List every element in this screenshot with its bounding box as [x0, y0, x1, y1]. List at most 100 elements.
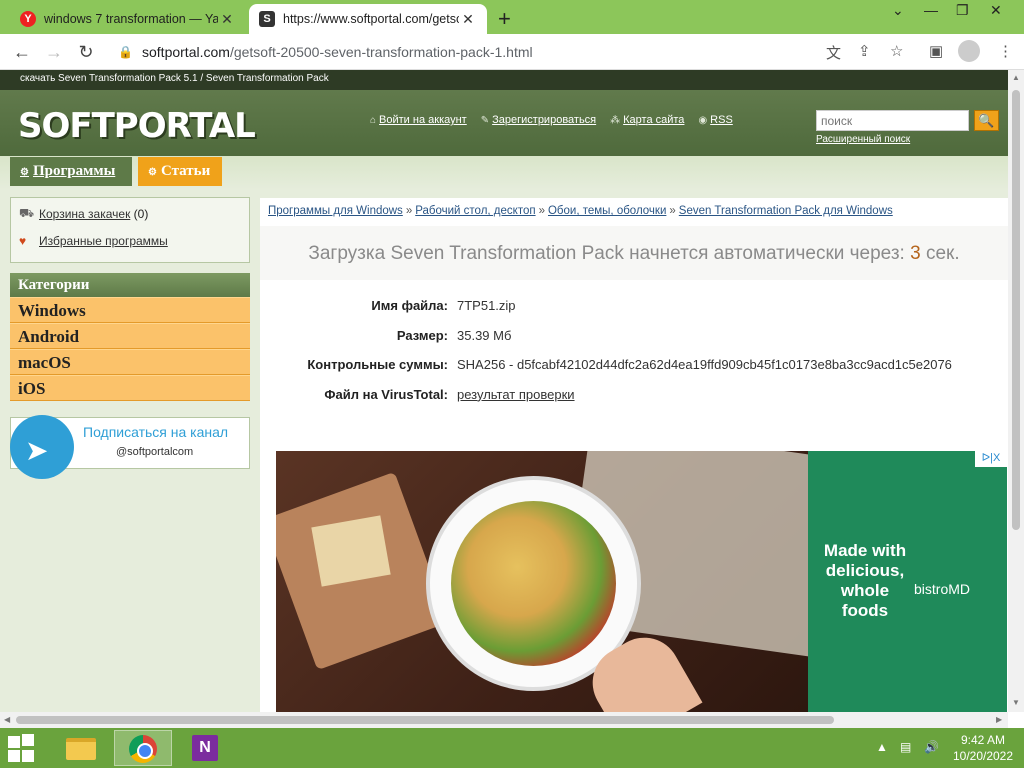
reload-button[interactable]: ↻	[74, 40, 98, 64]
ad-brand: bistroMD	[914, 581, 971, 597]
user-box: ⛟ Корзина закачек (0) ♥ Избранные программ…	[10, 197, 250, 263]
chrome-icon	[129, 735, 157, 763]
countdown-seconds: 3	[910, 243, 921, 264]
file-name-label: Имя файла:	[371, 298, 448, 313]
network-icon[interactable]: ▤	[900, 740, 911, 754]
advertisement[interactable]: Made with delicious, whole foods bistroM…	[276, 451, 1007, 712]
category-windows[interactable]: Windows	[10, 297, 250, 323]
translate-icon[interactable]: 文	[826, 42, 841, 63]
telegram-handle: @softportalcom	[116, 446, 194, 458]
countdown-unit: сек.	[925, 243, 960, 264]
address-bar: ← → ↻ 🔒 softportal.com/getsoft-20500-sev…	[0, 34, 1024, 70]
header-links: ⌂ Войти на аккаунт ✎ Зарегистрироваться ⁂ К…	[370, 114, 733, 126]
tab-yandex[interactable]: Y windows 7 transformation — Yandex ✕	[10, 4, 246, 34]
file-info-row: Имя файла: 7TP51.zip	[260, 298, 1008, 328]
scroll-up-icon[interactable]: ▲	[1012, 73, 1020, 82]
clock-time: 9:42 AM	[960, 733, 1006, 747]
virustotal-link[interactable]: результат проверки	[457, 387, 575, 402]
tab-programs[interactable]: ⚙ Программы	[10, 157, 132, 186]
file-name-value: 7TP51.zip	[457, 298, 516, 313]
tab-articles[interactable]: ⚙ Статьи	[138, 157, 222, 186]
tab-search-icon[interactable]: ⌄	[892, 2, 904, 19]
bullet-icon: ⚙	[148, 167, 157, 178]
search-icon[interactable]: 🔍	[974, 110, 999, 131]
vertical-scrollbar[interactable]: ▲ ▼	[1008, 70, 1024, 712]
top-strip: скачать Seven Transformation Pack 5.1 / …	[0, 70, 1008, 90]
tab-programs-label: Программы	[32, 163, 116, 179]
sitemap-link[interactable]: Карта сайта	[623, 114, 684, 126]
file-size-value: 35.39 Мб	[457, 327, 512, 343]
volume-icon[interactable]: 🔊	[924, 740, 939, 754]
onenote-button[interactable]: N	[176, 730, 234, 766]
url-field[interactable]: 🔒 softportal.com/getsoft-20500-seven-tra…	[108, 38, 926, 66]
breadcrumb-separator: »	[538, 205, 545, 217]
softportal-logo[interactable]: SOFTPORTAL	[18, 106, 256, 146]
system-clock[interactable]: 9:42 AM 10/20/2022	[950, 732, 1016, 764]
ad-text: Made with delicious, whole foods	[823, 541, 907, 620]
hscroll-thumb[interactable]	[16, 716, 834, 724]
side-panel-icon[interactable]: ▣	[929, 42, 943, 60]
breadcrumb-item[interactable]: Обои, темы, оболочки	[548, 205, 666, 217]
menu-icon[interactable]: ⋮	[998, 42, 1013, 60]
tab-strip: Y windows 7 transformation — Yandex ✕ S …	[0, 0, 1024, 34]
favorites-link[interactable]: Избранные программы	[39, 234, 168, 248]
site-nav: ⚙ Программы ⚙ Статьи	[0, 156, 1008, 190]
breadcrumb-item[interactable]: Seven Transformation Pack для Windows	[679, 205, 893, 217]
telegram-title: Подписаться на канал	[83, 424, 229, 440]
profile-avatar[interactable]	[958, 40, 980, 62]
lock-icon: 🔒	[118, 45, 133, 59]
register-link[interactable]: Зарегистрироваться	[492, 114, 596, 126]
tab-title: https://www.softportal.com/getsoft-20500	[283, 12, 459, 26]
cart-count: (0)	[133, 207, 149, 221]
minimize-button[interactable]: —	[924, 2, 938, 18]
tab-articles-label: Статьи	[160, 163, 211, 179]
breadcrumb-separator: »	[669, 205, 676, 217]
scroll-left-icon[interactable]: ◀	[4, 715, 10, 724]
clock-date: 10/20/2022	[952, 749, 1014, 763]
category-macos[interactable]: macOS	[10, 349, 250, 375]
telegram-banner[interactable]: ➤ Подписаться на канал @softportalcom	[10, 415, 250, 479]
close-window-button[interactable]: ✕	[990, 2, 1002, 19]
category-android[interactable]: Android	[10, 323, 250, 349]
file-info-row: Файл на VirusTotal: результат проверки	[260, 387, 1008, 417]
register-icon: ✎	[480, 115, 490, 126]
download-cart-link[interactable]: Корзина закачек	[39, 207, 130, 221]
bookmark-star-icon[interactable]: ☆	[890, 42, 903, 60]
share-icon[interactable]: ⇪	[858, 42, 871, 60]
file-info: Имя файла: 7TP51.zip Размер: 35.39 Мб Конт…	[260, 298, 1008, 416]
main-content: Программы для Windows» Рабочий стол, деск…	[260, 198, 1008, 712]
forward-button[interactable]: →	[42, 40, 66, 64]
breadcrumb-item[interactable]: Программы для Windows	[268, 205, 403, 217]
close-tab-icon[interactable]: ✕	[459, 11, 477, 28]
close-tab-icon[interactable]: ✕	[218, 11, 236, 28]
advanced-search-link[interactable]: Расширенный поиск	[816, 134, 910, 145]
adchoices-icon[interactable]: ᐅ|X	[975, 451, 1007, 467]
file-size-label: Размер:	[396, 327, 448, 343]
basket-icon: ⛟	[19, 206, 35, 220]
checksum-value: SHA256 - d5fcabf42102d44dfc2a62d4ea19ffd…	[457, 357, 952, 372]
ad-food-image	[276, 451, 849, 712]
breadcrumb-item[interactable]: Рабочий стол, десктоп	[415, 205, 535, 217]
chrome-button[interactable]	[114, 730, 172, 766]
category-ios[interactable]: iOS	[10, 375, 250, 401]
tab-softportal[interactable]: S https://www.softportal.com/getsoft-205…	[249, 4, 487, 34]
sidebar: ⛟ Корзина закачек (0) ♥ Избранные программ…	[10, 197, 250, 479]
horizontal-scrollbar[interactable]: ◀ ▶	[0, 712, 1008, 728]
new-tab-button[interactable]: +	[498, 6, 511, 32]
search-input[interactable]	[816, 110, 969, 131]
scroll-down-icon[interactable]: ▼	[1012, 698, 1020, 707]
windows-start-icon[interactable]	[8, 734, 38, 762]
file-info-row: Контрольные суммы: SHA256 - d5fcabf42102d…	[260, 357, 1008, 387]
scroll-thumb[interactable]	[1012, 90, 1020, 530]
back-button[interactable]: ←	[10, 40, 34, 64]
show-hidden-icons[interactable]: ▲	[876, 740, 888, 754]
rss-icon: ◉	[698, 115, 708, 126]
scroll-right-icon[interactable]: ▶	[996, 715, 1002, 724]
softportal-icon: S	[259, 11, 275, 27]
login-link[interactable]: Войти на аккаунт	[379, 114, 467, 126]
restore-button[interactable]: ❐	[956, 2, 969, 19]
rss-link[interactable]: RSS	[710, 114, 733, 126]
sitemap-icon: ⁂	[610, 115, 621, 126]
user-icon: ⌂	[370, 115, 377, 126]
file-explorer-button[interactable]	[52, 730, 110, 766]
